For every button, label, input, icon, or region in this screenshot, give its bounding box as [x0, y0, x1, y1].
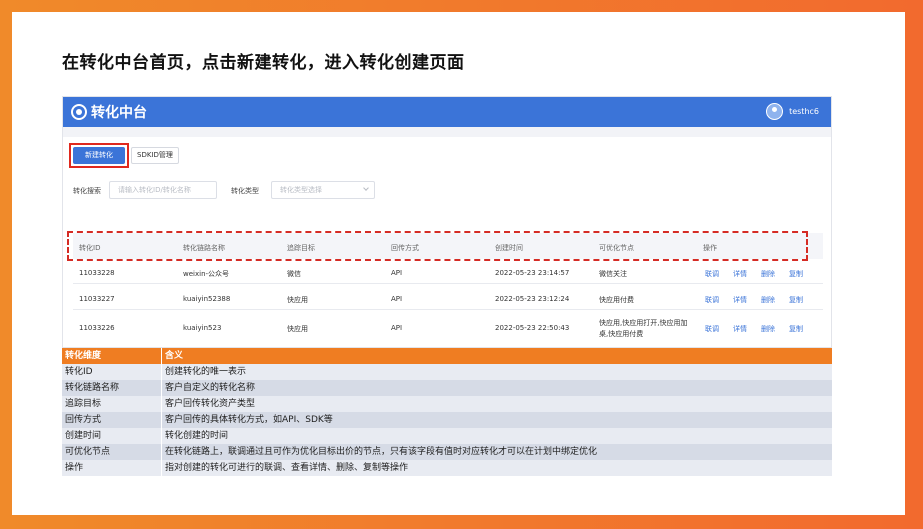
definition-header-meaning: 含义 [165, 351, 184, 361]
definition-meaning: 转化创建的时间 [165, 431, 229, 441]
row2-debug-link[interactable]: 联调 [705, 295, 719, 305]
th-name: 转化链路名称 [183, 244, 225, 252]
th-node: 可优化节点 [599, 244, 634, 252]
type-label: 转化类型 [231, 187, 259, 195]
row2-delete-link[interactable]: 删除 [761, 295, 775, 305]
row2-target: 快应用 [287, 296, 308, 304]
definition-meaning: 创建转化的唯一表示 [165, 367, 247, 377]
row1-node: 微信关注 [599, 270, 627, 278]
logo-icon [71, 104, 87, 120]
app-logo[interactable]: 转化中台 [71, 102, 147, 122]
app-name: 转化中台 [91, 105, 147, 121]
row3-delete-link[interactable]: 删除 [761, 324, 775, 334]
row1-created: 2022-05-23 23:14:57 [495, 269, 570, 277]
definition-term: 转化链路名称 [62, 380, 162, 396]
th-created: 创建时间 [495, 244, 523, 252]
chevron-down-icon [363, 185, 369, 191]
definition-row: 追踪目标 客户回传转化资产类型 [62, 396, 832, 412]
definition-meaning: 客户自定义的转化名称 [165, 383, 256, 393]
app-window: 转化中台 testhc6 新建转化 SDKID管理 转化搜索 请输入转化ID/转… [62, 96, 832, 348]
row2-created: 2022-05-23 23:12:24 [495, 295, 570, 303]
row-divider [73, 309, 823, 310]
type-select[interactable]: 转化类型选择 [271, 181, 375, 199]
definition-term: 创建时间 [62, 428, 162, 444]
sdkid-manage-button[interactable]: SDKID管理 [131, 147, 179, 164]
avatar [766, 103, 784, 120]
th-method: 回传方式 [391, 244, 419, 252]
row1-method: API [391, 269, 403, 277]
new-conversion-button[interactable]: 新建转化 [73, 147, 125, 164]
row3-detail-link[interactable]: 详情 [733, 324, 747, 334]
row3-method: API [391, 324, 403, 332]
row1-copy-link[interactable]: 复制 [789, 269, 803, 279]
definition-meaning: 客户回传转化资产类型 [165, 399, 256, 409]
th-target: 追踪目标 [287, 244, 315, 252]
definition-row: 可优化节点 在转化链路上，联调通过且可作为优化目标出价的节点，只有该字段有值时对… [62, 444, 832, 460]
row1-name: weixin-公众号 [183, 270, 230, 278]
user-name: testhc6 [789, 107, 819, 116]
row3-node-line2: 桌,快应用付费 [599, 330, 644, 338]
row3-debug-link[interactable]: 联调 [705, 324, 719, 334]
definition-term: 可优化节点 [62, 444, 162, 460]
definition-header: 转化维度 含义 [62, 348, 832, 364]
row3-name: kuaiyin523 [183, 324, 222, 332]
definition-header-dimension: 转化维度 [62, 348, 162, 364]
definition-table: 转化维度 含义 转化ID 创建转化的唯一表示 转化链路名称 客户自定义的转化名称… [62, 348, 832, 476]
slide-title: 在转化中台首页，点击新建转化，进入转化创建页面 [62, 53, 465, 73]
definition-meaning: 在转化链路上，联调通过且可作为优化目标出价的节点，只有该字段有值时对应转化才可以… [165, 447, 598, 457]
row3-copy-link[interactable]: 复制 [789, 324, 803, 334]
row2-method: API [391, 295, 403, 303]
definition-meaning: 指对创建的转化可进行的联调、查看详情、删除、复制等操作 [165, 463, 409, 473]
definition-term: 操作 [62, 460, 162, 476]
row2-detail-link[interactable]: 详情 [733, 295, 747, 305]
row1-target: 微信 [287, 270, 301, 278]
conversion-table: 转化ID 转化链路名称 追踪目标 回传方式 创建时间 可优化节点 操作 1103… [63, 223, 831, 347]
row2-id: 11033227 [79, 295, 115, 303]
row1-delete-link[interactable]: 删除 [761, 269, 775, 279]
row1-id: 11033228 [79, 269, 115, 277]
definition-meaning: 客户回传的具体转化方式，如API、SDK等 [165, 415, 333, 425]
definition-row: 操作 指对创建的转化可进行的联调、查看详情、删除、复制等操作 [62, 460, 832, 476]
type-select-value: 转化类型选择 [280, 186, 322, 194]
header-highlight [67, 231, 808, 261]
toolbar: 新建转化 SDKID管理 转化搜索 请输入转化ID/转化名称 转化类型 转化类型… [63, 137, 831, 233]
row3-created: 2022-05-23 22:50:43 [495, 324, 570, 332]
row2-name: kuaiyin52388 [183, 295, 231, 303]
row2-node: 快应用付费 [599, 296, 634, 304]
definition-row: 转化ID 创建转化的唯一表示 [62, 364, 832, 380]
row3-id: 11033226 [79, 324, 115, 332]
search-input[interactable]: 请输入转化ID/转化名称 [109, 181, 217, 199]
row-divider [73, 283, 823, 284]
definition-row: 创建时间 转化创建的时间 [62, 428, 832, 444]
definition-term: 回传方式 [62, 412, 162, 428]
row3-node-line1: 快应用,快应用打开,快应用加 [599, 319, 688, 327]
app-header: 转化中台 testhc6 [63, 97, 831, 127]
search-label: 转化搜索 [73, 187, 101, 195]
row1-debug-link[interactable]: 联调 [705, 269, 719, 279]
user-menu[interactable]: testhc6 [766, 103, 819, 120]
th-actions: 操作 [703, 244, 717, 252]
row1-detail-link[interactable]: 详情 [733, 269, 747, 279]
row3-target: 快应用 [287, 325, 308, 333]
definition-row: 回传方式 客户回传的具体转化方式，如API、SDK等 [62, 412, 832, 428]
row2-copy-link[interactable]: 复制 [789, 295, 803, 305]
definition-term: 追踪目标 [62, 396, 162, 412]
th-id: 转化ID [79, 244, 101, 252]
definition-row: 转化链路名称 客户自定义的转化名称 [62, 380, 832, 396]
definition-term: 转化ID [62, 364, 162, 380]
